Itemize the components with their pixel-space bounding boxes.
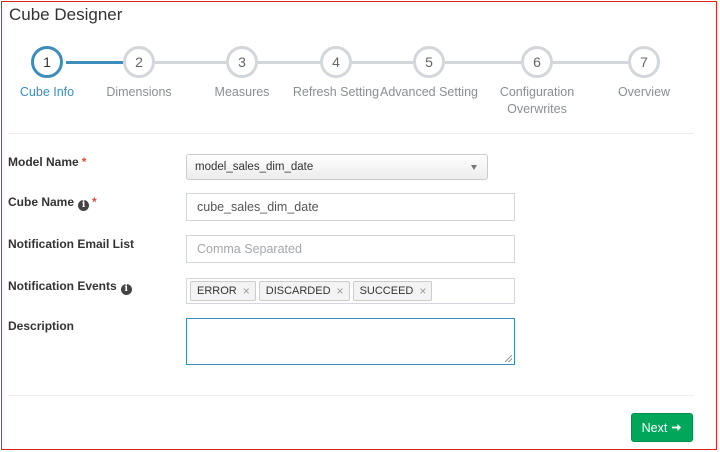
step-5-circle[interactable]: 5 (413, 46, 445, 78)
arrow-right-icon (672, 424, 682, 431)
step-7-label-text: Overview (617, 85, 671, 99)
step-3-circle[interactable]: 3 (226, 46, 258, 78)
notification-events-label-text: Notification Events (8, 279, 117, 293)
resize-grip-icon[interactable] (505, 355, 512, 362)
wizard-steps: 1 2 3 4 5 6 7 Cube Info Dimensions Measu… (2, 2, 718, 132)
event-tag-succeed: SUCCEED × (352, 281, 433, 301)
step-2-label[interactable]: Dimensions (84, 84, 194, 101)
notification-email-input[interactable]: Comma Separated (186, 235, 515, 263)
step-5-label[interactable]: Advanced Setting (374, 84, 484, 101)
step-2-circle[interactable]: 2 (123, 46, 155, 78)
notification-events-label: Notification Events i (8, 279, 132, 295)
step-6-label-text-line2: Overwrites (507, 102, 567, 116)
step-1-circle[interactable]: 1 (31, 46, 63, 78)
next-button-label: Next (641, 420, 668, 435)
step-4-circle[interactable]: 4 (320, 46, 352, 78)
event-tag-error: ERROR × (190, 281, 256, 301)
top-divider (8, 133, 694, 134)
required-marker: * (92, 195, 97, 209)
step-2-label-text: Dimensions (106, 85, 172, 99)
chevron-down-icon (471, 165, 477, 170)
notification-email-label: Notification Email List (8, 237, 134, 251)
step-connector (258, 61, 320, 64)
description-textarea[interactable] (186, 318, 515, 365)
info-icon[interactable]: i (78, 200, 90, 211)
step-1-label-text: Cube Info (19, 85, 75, 99)
step-6-label[interactable]: Configuration Overwrites (482, 84, 592, 118)
cube-designer-panel: Cube Designer 1 2 3 4 5 6 7 Cube Info Di… (1, 1, 717, 450)
required-marker: * (81, 155, 87, 169)
notification-events-input[interactable]: ERROR × DISCARDED × SUCCEED × (186, 278, 515, 304)
step-6-label-text: Configuration (499, 85, 575, 99)
step-connector (66, 61, 123, 64)
cube-name-label: Cube Name i * (8, 195, 97, 211)
step-5-label-text: Advanced Setting (380, 85, 478, 99)
notification-email-label-text: Notification Email List (8, 237, 135, 251)
step-4-label-text: Refresh Setting (292, 85, 380, 99)
step-connector (445, 61, 521, 64)
model-name-label: Model Name * (8, 155, 86, 169)
cube-name-input[interactable]: cube_sales_dim_date (186, 193, 515, 221)
step-6-circle[interactable]: 6 (521, 46, 553, 78)
step-connector (155, 61, 226, 64)
event-tag-discarded: DISCARDED × (258, 281, 350, 301)
step-7-label[interactable]: Overview (589, 84, 699, 101)
event-tag-label: SUCCEED (359, 285, 414, 297)
info-icon[interactable]: i (120, 284, 132, 295)
close-icon[interactable]: × (419, 285, 426, 297)
notification-email-placeholder: Comma Separated (197, 242, 302, 256)
model-name-label-text: Model Name (8, 155, 79, 169)
cube-name-value: cube_sales_dim_date (197, 200, 319, 214)
step-connector (352, 61, 413, 64)
step-connector (553, 61, 628, 64)
next-button[interactable]: Next (631, 413, 693, 442)
bottom-divider (8, 395, 694, 396)
model-name-value: model_sales_dim_date (195, 161, 314, 173)
event-tag-label: DISCARDED (265, 285, 331, 297)
event-tag-label: ERROR (197, 285, 237, 297)
description-label: Description (8, 319, 74, 333)
close-icon[interactable]: × (243, 285, 250, 297)
cube-name-label-text: Cube Name (8, 195, 75, 209)
step-7-circle[interactable]: 7 (628, 46, 660, 78)
step-3-label-text: Measures (214, 85, 270, 99)
close-icon[interactable]: × (337, 285, 344, 297)
description-label-text: Description (8, 319, 75, 333)
model-name-select[interactable]: model_sales_dim_date (186, 154, 488, 180)
